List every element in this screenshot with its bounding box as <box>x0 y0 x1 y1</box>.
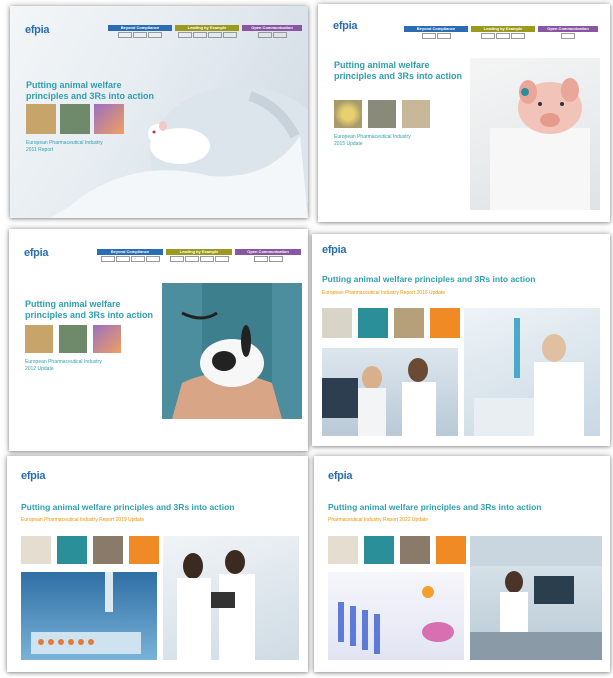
vials-photo <box>328 572 464 660</box>
cover-subtitle-line1: European Pharmaceutical Industry <box>334 134 411 140</box>
thumb-2 <box>394 308 424 338</box>
cover-subtitle: European Pharmaceutical Industry Report … <box>21 517 145 523</box>
cover-title: Putting animal welfare principles and 3R… <box>21 502 235 512</box>
scientists-tablet-photo <box>163 536 299 660</box>
nav-open-communication: Open Communication <box>235 249 301 255</box>
nav-leading-by-example: Leading by Example <box>175 25 239 31</box>
thumb-3 <box>94 104 124 134</box>
cover-title: Putting animal welfare principles and 3R… <box>25 299 154 320</box>
thumb-2 <box>59 325 87 353</box>
orange-square <box>430 308 460 338</box>
report-cover-2022: efpia Putting animal welfare principles … <box>314 456 610 672</box>
efpia-logo: efpia <box>322 244 347 256</box>
thumb-2 <box>93 536 123 564</box>
cover-subtitle: European Pharmaceutical Industry Report … <box>322 290 446 296</box>
orange-square <box>129 536 159 564</box>
nav-beyond-compliance: Beyond Compliance <box>97 249 163 255</box>
efpia-logo: efpia <box>21 470 46 482</box>
nav-leading-by-example: Leading by Example <box>166 249 232 255</box>
scientists-photo <box>322 348 458 436</box>
cover-subtitle: Pharmaceutical Industry Report 2022 Upda… <box>328 517 429 523</box>
lab-workstation-photo <box>470 536 602 660</box>
cover-nav: Beyond Compliance Leading by Example Ope… <box>108 25 302 38</box>
cover-subtitle-line2: 2011 Report <box>26 147 54 153</box>
lab-pipette-photo <box>464 308 600 436</box>
report-cover-2011: efpia Beyond Compliance Leading by Examp… <box>10 6 308 218</box>
efpia-logo: efpia <box>25 24 50 36</box>
cover-nav: Beyond Compliance Leading by Example Ope… <box>97 249 301 262</box>
cover-title: Putting animal welfare principles and 3R… <box>334 60 463 81</box>
efpia-logo: efpia <box>328 470 353 482</box>
efpia-logo: efpia <box>333 20 358 32</box>
report-cover-2016: efpia Putting animal welfare principles … <box>312 234 610 446</box>
orange-square <box>436 536 466 564</box>
nav-open-communication: Open Communication <box>538 26 598 32</box>
nav-beyond-compliance: Beyond Compliance <box>404 26 468 32</box>
thumb-1 <box>328 536 358 564</box>
nav-open-communication: Open Communication <box>242 25 302 31</box>
efpia-logo: efpia <box>24 247 49 259</box>
cover-title: Putting animal welfare principles and 3R… <box>328 502 542 512</box>
piglet-photo <box>470 58 600 210</box>
cover-nav: Beyond Compliance Leading by Example Ope… <box>404 26 598 39</box>
pipette-plate-photo <box>21 572 157 660</box>
teal-square <box>364 536 394 564</box>
thumb-3 <box>93 325 121 353</box>
nav-beyond-compliance: Beyond Compliance <box>108 25 172 31</box>
nav-leading-by-example: Leading by Example <box>471 26 535 32</box>
rabbit-photo <box>162 283 302 419</box>
report-cover-2015: efpia Beyond Compliance Leading by Examp… <box>318 4 610 222</box>
thumb-1 <box>25 325 53 353</box>
report-cover-2019: efpia Putting animal welfare principles … <box>7 456 308 672</box>
teal-square <box>358 308 388 338</box>
thumb-1 <box>334 100 362 128</box>
cover-subtitle-line2: 2015 Update <box>334 141 363 147</box>
thumb-2 <box>368 100 396 128</box>
thumb-2 <box>60 104 90 134</box>
report-cover-2012: efpia Beyond Compliance Leading by Examp… <box>9 229 308 451</box>
thumb-2 <box>400 536 430 564</box>
teal-square <box>57 536 87 564</box>
thumb-1 <box>322 308 352 338</box>
thumb-3 <box>402 100 430 128</box>
cover-subtitle-line2: 2012 Update <box>25 366 54 372</box>
thumb-1 <box>21 536 51 564</box>
thumb-1 <box>26 104 56 134</box>
cover-subtitle-line1: European Pharmaceutical Industry <box>25 359 102 365</box>
cover-title: Putting animal welfare principles and 3R… <box>26 80 155 101</box>
cover-title: Putting animal welfare principles and 3R… <box>322 274 536 284</box>
cover-subtitle-line1: European Pharmaceutical Industry <box>26 140 103 146</box>
